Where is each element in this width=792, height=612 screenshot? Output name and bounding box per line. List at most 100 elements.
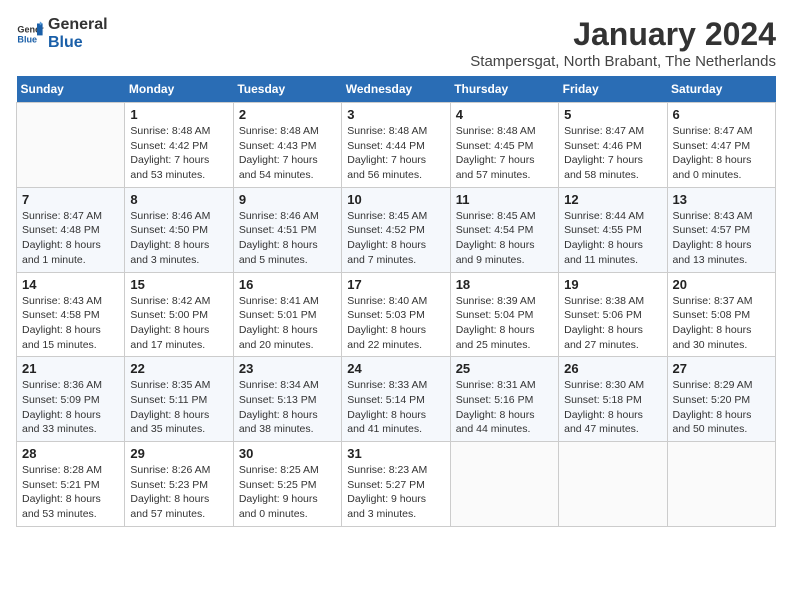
day-info: Sunrise: 8:47 AM Sunset: 4:46 PM Dayligh… [564,124,661,183]
day-info: Sunrise: 8:29 AM Sunset: 5:20 PM Dayligh… [673,378,770,437]
calendar-cell: 19 Sunrise: 8:38 AM Sunset: 5:06 PM Dayli… [559,272,667,357]
calendar-cell: 7 Sunrise: 8:47 AM Sunset: 4:48 PM Daylig… [17,187,125,272]
day-info: Sunrise: 8:47 AM Sunset: 4:48 PM Dayligh… [22,209,119,268]
day-number: 1 [130,107,227,122]
day-number: 15 [130,277,227,292]
day-number: 12 [564,192,661,207]
day-number: 3 [347,107,444,122]
calendar-cell: 17 Sunrise: 8:40 AM Sunset: 5:03 PM Dayli… [342,272,450,357]
day-number: 18 [456,277,553,292]
day-info: Sunrise: 8:43 AM Sunset: 4:58 PM Dayligh… [22,294,119,353]
calendar-cell: 24 Sunrise: 8:33 AM Sunset: 5:14 PM Dayli… [342,357,450,442]
header-monday: Monday [125,76,233,103]
day-number: 31 [347,446,444,461]
calendar-cell: 29 Sunrise: 8:26 AM Sunset: 5:23 PM Dayli… [125,442,233,527]
day-info: Sunrise: 8:26 AM Sunset: 5:23 PM Dayligh… [130,463,227,522]
day-number: 11 [456,192,553,207]
month-title: January 2024 [470,16,776,53]
day-number: 9 [239,192,336,207]
calendar-week-row: 21Sunrise: 8:36 AM Sunset: 5:09 PM Dayli… [17,357,776,442]
calendar-cell: 5 Sunrise: 8:47 AM Sunset: 4:46 PM Daylig… [559,103,667,188]
day-number: 16 [239,277,336,292]
day-info: Sunrise: 8:39 AM Sunset: 5:04 PM Dayligh… [456,294,553,353]
day-number: 27 [673,361,770,376]
header-sunday: Sunday [17,76,125,103]
day-number: 19 [564,277,661,292]
calendar-cell: 25 Sunrise: 8:31 AM Sunset: 5:16 PM Dayli… [450,357,558,442]
day-number: 26 [564,361,661,376]
day-number: 29 [130,446,227,461]
day-number: 10 [347,192,444,207]
calendar-cell: 21Sunrise: 8:36 AM Sunset: 5:09 PM Dayli… [17,357,125,442]
calendar-week-row: 7 Sunrise: 8:47 AM Sunset: 4:48 PM Daylig… [17,187,776,272]
day-info: Sunrise: 8:33 AM Sunset: 5:14 PM Dayligh… [347,378,444,437]
calendar-cell: 27 Sunrise: 8:29 AM Sunset: 5:20 PM Dayli… [667,357,775,442]
day-info: Sunrise: 8:44 AM Sunset: 4:55 PM Dayligh… [564,209,661,268]
day-number: 4 [456,107,553,122]
title-area: January 2024 Stampersgat, North Brabant,… [470,16,776,70]
calendar-cell: 18 Sunrise: 8:39 AM Sunset: 5:04 PM Dayli… [450,272,558,357]
calendar-cell: 30 Sunrise: 8:25 AM Sunset: 5:25 PM Dayli… [233,442,341,527]
calendar-cell: 20 Sunrise: 8:37 AM Sunset: 5:08 PM Dayli… [667,272,775,357]
day-info: Sunrise: 8:48 AM Sunset: 4:44 PM Dayligh… [347,124,444,183]
day-info: Sunrise: 8:42 AM Sunset: 5:00 PM Dayligh… [130,294,227,353]
day-number: 24 [347,361,444,376]
calendar-cell: 10Sunrise: 8:45 AM Sunset: 4:52 PM Dayli… [342,187,450,272]
calendar-cell [667,442,775,527]
day-info: Sunrise: 8:48 AM Sunset: 4:43 PM Dayligh… [239,124,336,183]
header-saturday: Saturday [667,76,775,103]
day-info: Sunrise: 8:28 AM Sunset: 5:21 PM Dayligh… [22,463,119,522]
day-info: Sunrise: 8:31 AM Sunset: 5:16 PM Dayligh… [456,378,553,437]
day-number: 17 [347,277,444,292]
day-number: 21 [22,361,119,376]
header-thursday: Thursday [450,76,558,103]
day-number: 30 [239,446,336,461]
calendar-cell: 8Sunrise: 8:46 AM Sunset: 4:50 PM Daylig… [125,187,233,272]
day-info: Sunrise: 8:34 AM Sunset: 5:13 PM Dayligh… [239,378,336,437]
calendar-cell: 6Sunrise: 8:47 AM Sunset: 4:47 PM Daylig… [667,103,775,188]
day-number: 2 [239,107,336,122]
header-friday: Friday [559,76,667,103]
calendar-cell: 13Sunrise: 8:43 AM Sunset: 4:57 PM Dayli… [667,187,775,272]
day-info: Sunrise: 8:43 AM Sunset: 4:57 PM Dayligh… [673,209,770,268]
calendar-cell: 2 Sunrise: 8:48 AM Sunset: 4:43 PM Daylig… [233,103,341,188]
calendar-table: SundayMondayTuesdayWednesdayThursdayFrid… [16,76,776,527]
day-number: 5 [564,107,661,122]
calendar-cell: 26Sunrise: 8:30 AM Sunset: 5:18 PM Dayli… [559,357,667,442]
day-info: Sunrise: 8:46 AM Sunset: 4:50 PM Dayligh… [130,209,227,268]
calendar-cell [17,103,125,188]
calendar-cell: 22Sunrise: 8:35 AM Sunset: 5:11 PM Dayli… [125,357,233,442]
calendar-week-row: 28Sunrise: 8:28 AM Sunset: 5:21 PM Dayli… [17,442,776,527]
calendar-cell: 12 Sunrise: 8:44 AM Sunset: 4:55 PM Dayli… [559,187,667,272]
day-number: 25 [456,361,553,376]
calendar-week-row: 14Sunrise: 8:43 AM Sunset: 4:58 PM Dayli… [17,272,776,357]
calendar-cell: 14Sunrise: 8:43 AM Sunset: 4:58 PM Dayli… [17,272,125,357]
header-tuesday: Tuesday [233,76,341,103]
calendar-cell: 11 Sunrise: 8:45 AM Sunset: 4:54 PM Dayli… [450,187,558,272]
day-info: Sunrise: 8:40 AM Sunset: 5:03 PM Dayligh… [347,294,444,353]
day-number: 20 [673,277,770,292]
header-wednesday: Wednesday [342,76,450,103]
logo-line2: Blue [48,34,108,52]
day-number: 23 [239,361,336,376]
day-info: Sunrise: 8:41 AM Sunset: 5:01 PM Dayligh… [239,294,336,353]
calendar-cell: 31 Sunrise: 8:23 AM Sunset: 5:27 PM Dayli… [342,442,450,527]
logo-icon: General Blue [16,20,44,48]
calendar-cell: 15 Sunrise: 8:42 AM Sunset: 5:00 PM Dayli… [125,272,233,357]
day-info: Sunrise: 8:38 AM Sunset: 5:06 PM Dayligh… [564,294,661,353]
page-header: General Blue General Blue January 2024 S… [16,16,776,70]
day-info: Sunrise: 8:37 AM Sunset: 5:08 PM Dayligh… [673,294,770,353]
day-info: Sunrise: 8:48 AM Sunset: 4:45 PM Dayligh… [456,124,553,183]
day-number: 7 [22,192,119,207]
day-info: Sunrise: 8:23 AM Sunset: 5:27 PM Dayligh… [347,463,444,522]
day-info: Sunrise: 8:47 AM Sunset: 4:47 PM Dayligh… [673,124,770,183]
day-info: Sunrise: 8:25 AM Sunset: 5:25 PM Dayligh… [239,463,336,522]
svg-text:Blue: Blue [17,34,37,44]
calendar-cell: 3 Sunrise: 8:48 AM Sunset: 4:44 PM Daylig… [342,103,450,188]
calendar-cell: 16 Sunrise: 8:41 AM Sunset: 5:01 PM Dayli… [233,272,341,357]
calendar-week-row: 1Sunrise: 8:48 AM Sunset: 4:42 PM Daylig… [17,103,776,188]
calendar-cell: 4 Sunrise: 8:48 AM Sunset: 4:45 PM Daylig… [450,103,558,188]
calendar-cell [559,442,667,527]
day-info: Sunrise: 8:45 AM Sunset: 4:54 PM Dayligh… [456,209,553,268]
day-number: 22 [130,361,227,376]
